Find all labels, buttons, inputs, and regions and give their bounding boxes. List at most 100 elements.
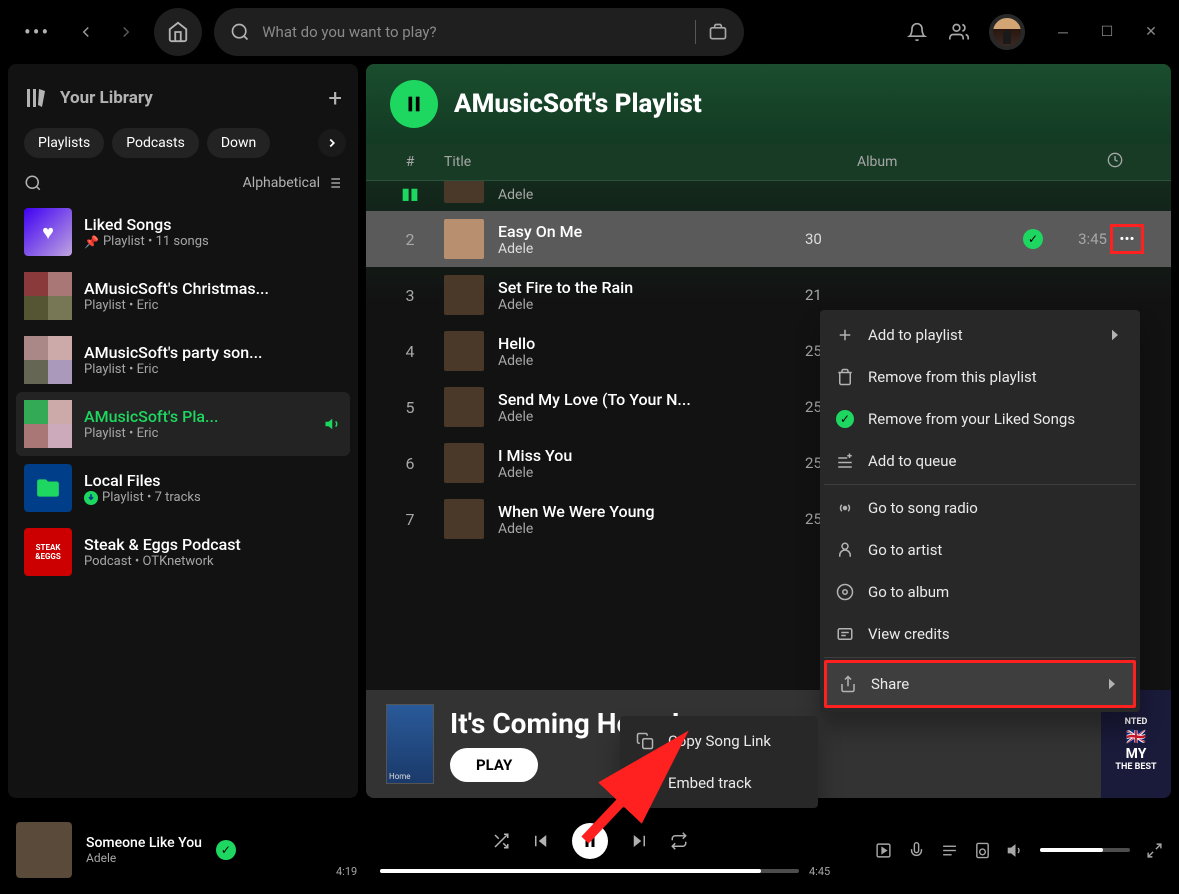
liked-icon[interactable]: ✓ <box>1023 229 1043 249</box>
search-input[interactable] <box>262 23 683 41</box>
home-icon <box>167 21 189 43</box>
volume-button[interactable] <box>1007 842 1024 859</box>
progress-bar[interactable] <box>380 869 799 873</box>
divider <box>695 20 696 44</box>
column-title[interactable]: Title <box>430 154 857 170</box>
check-icon: ✓ <box>836 410 854 428</box>
chip-playlists[interactable]: Playlists <box>24 128 104 158</box>
track-album[interactable]: 30 <box>805 230 1015 248</box>
chip-downloaded[interactable]: Down <box>207 128 270 158</box>
column-duration[interactable] <box>1067 152 1147 172</box>
sidebar: Your Library + Playlists Podcasts Down A… <box>8 64 358 798</box>
player-bar: Someone Like You Adele ✓ 4:19 4:45 <box>0 806 1179 894</box>
friends-icon <box>949 22 969 42</box>
create-playlist-button[interactable]: + <box>328 84 342 112</box>
playlist-art <box>24 336 72 384</box>
pause-icon <box>581 832 599 850</box>
track-row[interactable]: ▮▮ Adele <box>366 181 1171 211</box>
artist-icon <box>836 541 854 559</box>
share-icon <box>839 675 857 693</box>
now-playing-view-button[interactable] <box>875 842 892 859</box>
ctx-go-to-album[interactable]: Go to album <box>824 571 1136 613</box>
app-menu-button[interactable]: ••• <box>16 12 58 52</box>
volume-slider[interactable] <box>1040 848 1130 852</box>
playlist-art <box>24 400 72 448</box>
home-button[interactable] <box>154 8 202 56</box>
sidebar-item-label: Steak & Eggs Podcast <box>84 535 342 554</box>
bell-icon <box>907 22 927 42</box>
lyrics-button[interactable] <box>908 842 925 859</box>
now-playing-art[interactable] <box>16 822 72 878</box>
ctx-song-radio[interactable]: Go to song radio <box>824 487 1136 529</box>
library-icon[interactable] <box>24 86 48 110</box>
next-button[interactable] <box>630 832 648 850</box>
sidebar-item-playlist[interactable]: AMusicSoft's Christmas... Playlist • Eri… <box>16 264 350 328</box>
connect-device-button[interactable] <box>974 842 991 859</box>
sidebar-item-label: Liked Songs <box>84 215 342 234</box>
ctx-embed-track[interactable]: Embed track <box>624 762 814 804</box>
column-number[interactable]: # <box>390 154 430 170</box>
playlist-art <box>24 272 72 320</box>
banner-play-button[interactable]: PLAY <box>450 748 538 782</box>
shuffle-button[interactable] <box>492 832 510 850</box>
nav-forward-button[interactable] <box>110 16 142 48</box>
fullscreen-button[interactable] <box>1146 842 1163 859</box>
column-album[interactable]: Album <box>857 154 1067 170</box>
user-avatar[interactable] <box>989 14 1025 50</box>
ctx-view-credits[interactable]: View credits <box>824 613 1136 655</box>
ctx-go-to-artist[interactable]: Go to artist <box>824 529 1136 571</box>
embed-icon <box>636 774 654 792</box>
chips-scroll-right[interactable] <box>318 129 346 157</box>
track-more-button[interactable]: ••• <box>1107 224 1147 254</box>
album-icon <box>836 583 854 601</box>
divider <box>824 484 1136 485</box>
now-playing-artist[interactable]: Adele <box>86 851 202 865</box>
ctx-add-to-playlist[interactable]: Add to playlist <box>824 314 1136 356</box>
podcast-art: STEAK&EGGS <box>24 528 72 576</box>
share-submenu: Copy Song Link Embed track <box>620 716 818 808</box>
search-bar[interactable] <box>214 8 744 56</box>
track-row-selected[interactable]: 2 Easy On Me Adele 30 ✓ 3:45 ••• <box>366 211 1171 267</box>
window-close-button[interactable]: ✕ <box>1139 24 1163 41</box>
track-artist[interactable]: Adele <box>498 241 805 257</box>
sidebar-item-local-files[interactable]: Local Files Playlist • 7 tracks <box>16 456 350 520</box>
window-minimize-button[interactable]: ─ <box>1051 24 1075 41</box>
track-list-header: # Title Album <box>366 144 1171 181</box>
ctx-share[interactable]: Share <box>824 660 1136 708</box>
queue-button[interactable] <box>941 842 958 859</box>
ctx-remove-liked[interactable]: ✓ Remove from your Liked Songs <box>824 398 1136 440</box>
nav-back-button[interactable] <box>70 16 102 48</box>
ctx-copy-song-link[interactable]: Copy Song Link <box>624 720 814 762</box>
total-time: 4:45 <box>809 865 843 878</box>
sidebar-item-liked-songs[interactable]: ♥ Liked Songs 📌Playlist • 11 songs <box>16 200 350 264</box>
now-playing-title[interactable]: Someone Like You <box>86 835 202 851</box>
repeat-button[interactable] <box>670 832 688 850</box>
now-playing-liked-button[interactable]: ✓ <box>216 840 236 860</box>
queue-add-icon <box>836 452 854 470</box>
browse-icon[interactable] <box>708 22 728 42</box>
pause-icon <box>403 93 425 115</box>
notifications-button[interactable] <box>905 20 929 44</box>
friends-button[interactable] <box>947 20 971 44</box>
play-playlist-button[interactable] <box>390 80 438 128</box>
library-sort-button[interactable]: Alphabetical <box>243 175 342 191</box>
window-maximize-button[interactable]: ☐ <box>1095 24 1119 41</box>
track-duration: 3:45 <box>1051 230 1107 248</box>
play-pause-button[interactable] <box>572 823 608 859</box>
sidebar-item-podcast[interactable]: STEAK&EGGS Steak & Eggs Podcast Podcast … <box>16 520 350 584</box>
ctx-remove-from-playlist[interactable]: Remove from this playlist <box>824 356 1136 398</box>
track-art <box>444 219 484 259</box>
ctx-add-to-queue[interactable]: Add to queue <box>824 440 1136 482</box>
sidebar-item-playlist-active[interactable]: AMusicSoft's Pla... Playlist • Eric <box>16 392 350 456</box>
search-icon <box>230 22 250 42</box>
library-search-button[interactable] <box>24 174 42 192</box>
track-context-menu: Add to playlist Remove from this playlis… <box>820 310 1140 712</box>
clock-icon <box>1107 152 1123 168</box>
banner-art: Home <box>386 704 434 784</box>
previous-button[interactable] <box>532 832 550 850</box>
speaker-icon <box>324 415 342 433</box>
chip-podcasts[interactable]: Podcasts <box>112 128 199 158</box>
list-icon <box>326 175 342 191</box>
trash-icon <box>836 368 854 386</box>
sidebar-item-playlist[interactable]: AMusicSoft's party son... Playlist • Eri… <box>16 328 350 392</box>
